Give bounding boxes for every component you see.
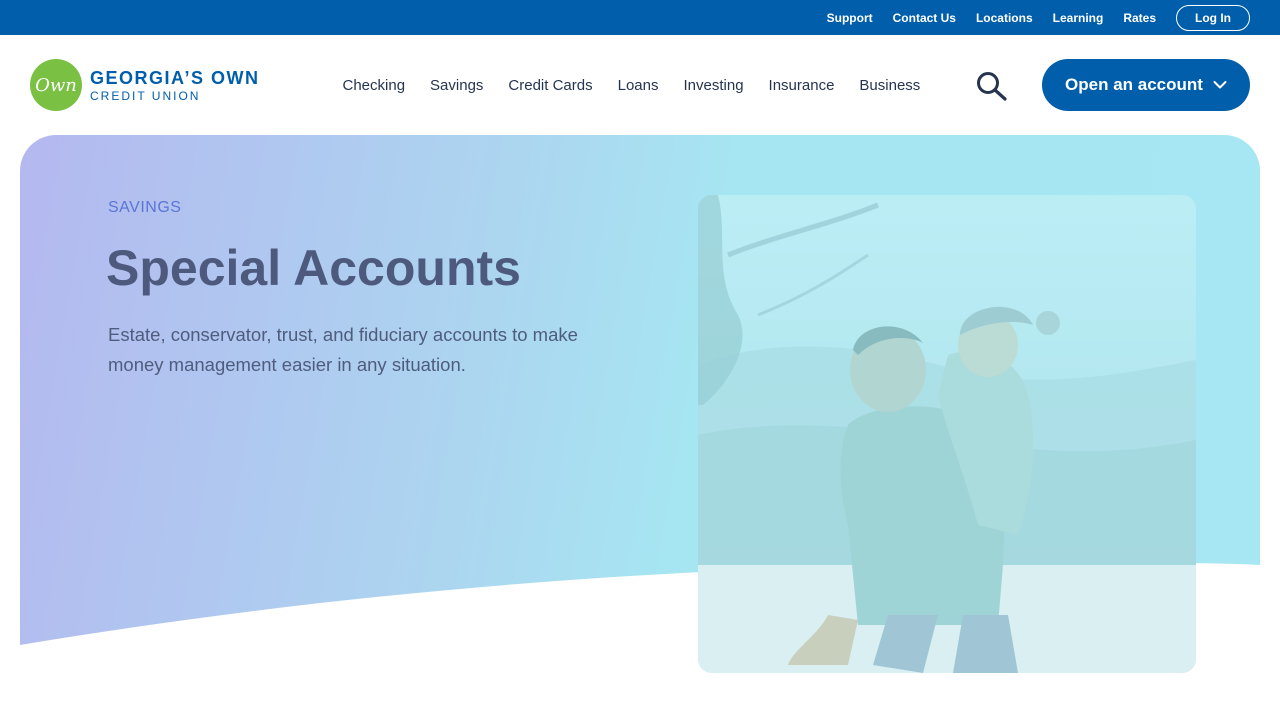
nav-checking[interactable]: Checking — [343, 77, 406, 94]
search-icon — [977, 72, 1007, 101]
log-in-button[interactable]: Log In — [1176, 4, 1250, 31]
logo-subtitle: CREDIT UNION — [90, 88, 201, 103]
logo-badge: Own — [30, 59, 82, 111]
contact-us-link[interactable]: Contact Us — [893, 11, 956, 25]
open-account-label: Open an account — [1065, 75, 1203, 94]
locations-link[interactable]: Locations — [976, 11, 1033, 25]
open-account-button[interactable]: Open an account — [1042, 59, 1250, 111]
nav-insurance[interactable]: Insurance — [769, 77, 835, 94]
nav-savings[interactable]: Savings — [430, 77, 483, 94]
logo[interactable]: Own GEORGIA’S OWN CREDIT UNION — [30, 59, 280, 111]
nav-credit-cards[interactable]: Credit Cards — [508, 77, 592, 94]
main-nav: Checking Savings Credit Cards Loans Inve… — [330, 35, 933, 135]
main-header: Own GEORGIA’S OWN CREDIT UNION Checking … — [0, 35, 1280, 135]
chevron-down-icon — [1213, 81, 1227, 89]
search-button[interactable] — [975, 71, 1009, 101]
logo-name: GEORGIA’S OWN — [90, 67, 260, 88]
nav-loans[interactable]: Loans — [618, 77, 659, 94]
logo-wordmark: GEORGIA’S OWN CREDIT UNION — [90, 69, 260, 102]
nav-investing[interactable]: Investing — [684, 77, 744, 94]
learning-link[interactable]: Learning — [1053, 11, 1104, 25]
hero-eyebrow: SAVINGS — [108, 199, 182, 216]
utility-bar: Support Contact Us Locations Learning Ra… — [0, 0, 1280, 35]
support-link[interactable]: Support — [827, 11, 873, 25]
hero-photo — [698, 195, 1196, 673]
hero-description: Estate, conservator, trust, and fiduciar… — [108, 324, 578, 375]
page-title: Special Accounts — [106, 240, 521, 296]
rates-link[interactable]: Rates — [1123, 11, 1156, 25]
nav-business[interactable]: Business — [859, 77, 920, 94]
